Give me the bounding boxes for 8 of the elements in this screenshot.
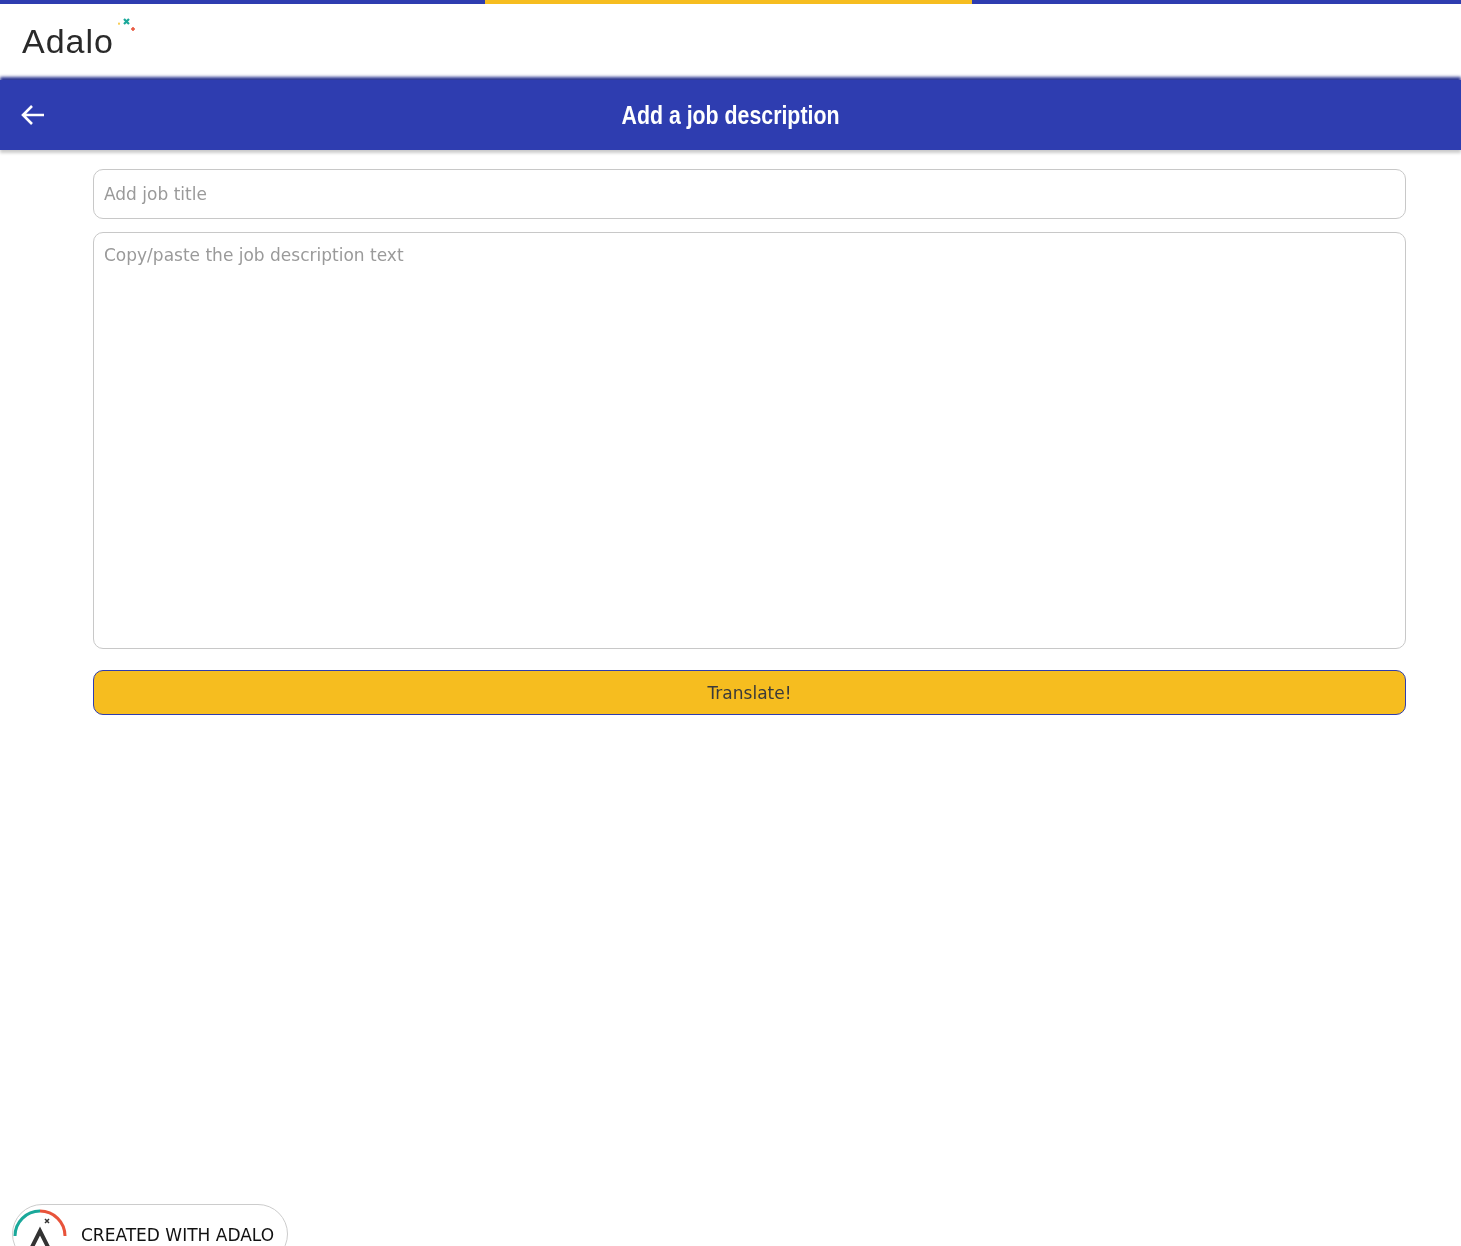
badge-text: CREATED WITH ADALO <box>81 1225 275 1245</box>
back-arrow-icon[interactable] <box>20 103 46 127</box>
translate-button[interactable]: Translate! <box>93 670 1406 715</box>
job-title-field[interactable]: Add job title <box>93 169 1406 219</box>
screen-title: Add a job description <box>620 99 841 131</box>
created-with-badge[interactable]: CREATED WITH ADALO <box>12 1204 288 1246</box>
logo-text: Adalo <box>22 24 114 58</box>
job-description-field[interactable]: Copy/paste the job description text <box>93 232 1406 649</box>
